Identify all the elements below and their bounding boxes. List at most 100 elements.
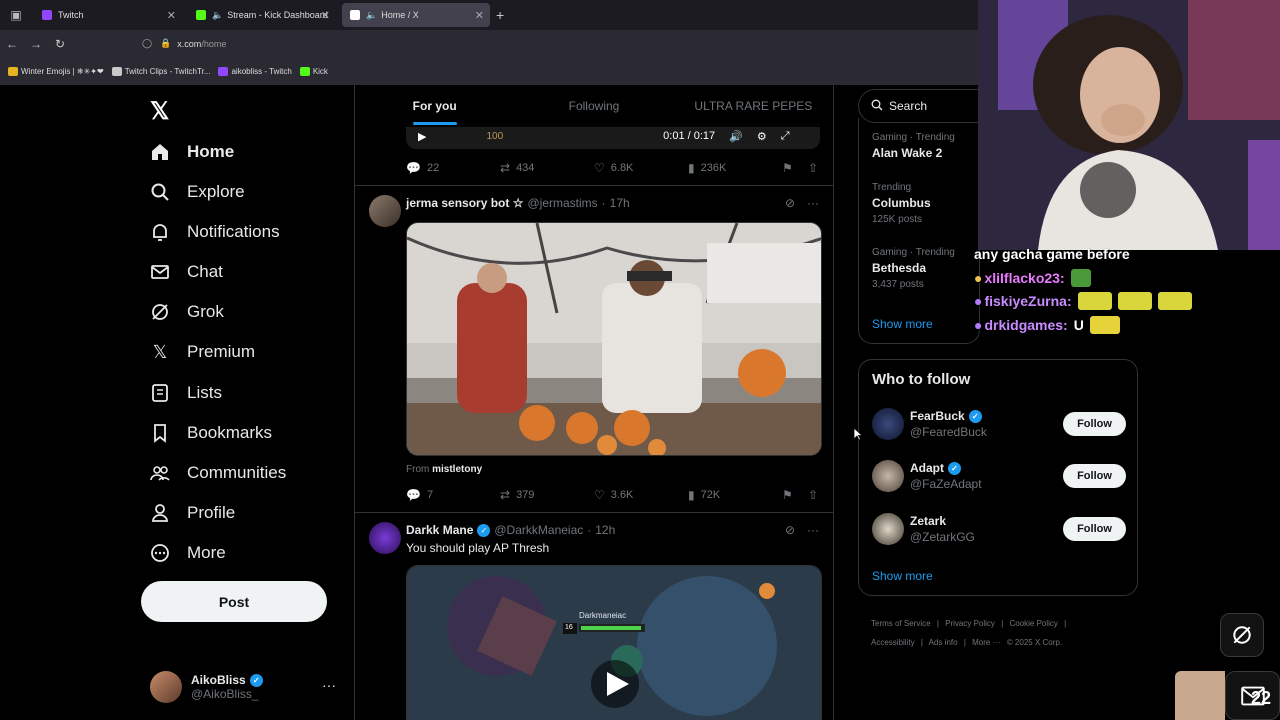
tweet-tools: ⊘ ··· [773, 196, 819, 210]
chat-message: ● fiskiyeZurna: [974, 292, 1192, 310]
tweet-author-handle[interactable]: @jermastims [527, 196, 597, 210]
nav-label: Home [187, 142, 235, 161]
views-button[interactable]: ▮ 72K [688, 488, 720, 502]
reply-button[interactable]: 💬 22 [406, 161, 439, 175]
footer-link-privacy[interactable]: Privacy Policy [945, 619, 995, 628]
tab-ultra-rare-pepes[interactable]: ULTRA RARE PEPES [674, 85, 833, 127]
post-button[interactable]: Post [141, 581, 327, 622]
settings-gear-icon[interactable]: ⚙ [757, 130, 767, 143]
trends-show-more-link[interactable]: Show more [872, 317, 933, 331]
fullscreen-icon[interactable]: ⤢ [781, 130, 790, 143]
footer-link-accessibility[interactable]: Accessibility [871, 638, 915, 647]
nav-premium[interactable]: 𝕏 Premium [150, 337, 255, 367]
bookmark-button[interactable]: ⚑ [782, 161, 799, 175]
close-tab-icon[interactable]: ✕ [321, 9, 330, 22]
footer-link-terms[interactable]: Terms of Service [871, 619, 931, 628]
nav-profile[interactable]: Profile [150, 498, 235, 528]
tweet-author-name[interactable]: jerma sensory bot ☆ [406, 196, 523, 210]
like-button[interactable]: ♡ 3.6K [594, 488, 633, 502]
grok-icon[interactable]: ⊘ [785, 523, 795, 537]
bookmark-button[interactable]: ⚑ [782, 488, 799, 502]
nav-communities[interactable]: Communities [150, 458, 286, 488]
bookmark-item[interactable]: aikobliss - Twitch [218, 66, 292, 76]
more-dots-icon[interactable]: ··· [807, 196, 819, 210]
views-button[interactable]: ▮ 236K [688, 161, 726, 175]
chat-avatar-thumbnail[interactable] [1175, 671, 1225, 720]
nav-label: Grok [187, 302, 224, 321]
tweet-video[interactable]: Darkmaneiac 16 [406, 565, 822, 720]
follow-suggestion[interactable]: Zetark @ZetarkGG Follow [872, 511, 1126, 547]
search-icon [150, 182, 170, 202]
avatar[interactable] [369, 522, 401, 554]
tab-overview-icon[interactable]: ▣ [4, 3, 28, 27]
bookmark-item[interactable]: Winter Emojis | ❄✳✦❤ [8, 66, 104, 76]
bookmark-item[interactable]: Kick [299, 66, 328, 76]
x-logo-icon[interactable]: 𝕏 [150, 97, 169, 126]
nav-chat[interactable]: Chat [150, 257, 223, 287]
grok-icon[interactable]: ⊘ [785, 196, 795, 210]
browser-tab-twitch[interactable]: Twitch ✕ [34, 3, 182, 27]
trend-item[interactable]: Gaming · Trending Alan Wake 2 [872, 132, 955, 160]
message-count-badge: 22 [1250, 688, 1271, 708]
like-button[interactable]: ♡ 6.8K [594, 161, 633, 175]
suggestion-name: Zetark [910, 514, 947, 528]
tweet-author-name[interactable]: Darkk Mane [406, 523, 473, 537]
trend-item[interactable]: Gaming · Trending Bethesda 3,437 posts [872, 247, 955, 290]
lock-icon[interactable]: 🔒 [160, 38, 171, 49]
bookmark-item[interactable]: Twitch Clips - TwitchTr... [111, 66, 210, 76]
share-button[interactable]: ⇧ [808, 488, 824, 502]
close-tab-icon[interactable]: ✕ [475, 9, 484, 22]
nav-more[interactable]: More [150, 538, 226, 568]
mouse-cursor-icon [853, 427, 863, 441]
new-tab-plus-icon[interactable]: + [496, 7, 504, 23]
footer-link-cookie[interactable]: Cookie Policy [1009, 619, 1057, 628]
trend-item[interactable]: Trending Columbus 125K posts [872, 182, 931, 225]
follow-button[interactable]: Follow [1063, 412, 1126, 436]
nav-bookmarks[interactable]: Bookmarks [150, 418, 272, 448]
speaker-icon[interactable]: 🔈 [212, 10, 223, 21]
repost-button[interactable]: ⇄ 434 [500, 161, 534, 175]
messages-float-button[interactable]: 22 [1225, 671, 1280, 720]
more-dots-icon[interactable]: ··· [322, 677, 336, 693]
tweet-author-handle[interactable]: @DarkkManeiac [494, 523, 583, 537]
follow-button[interactable]: Follow [1063, 464, 1126, 488]
speaker-icon[interactable]: 🔈 [366, 10, 377, 21]
follow-suggestion[interactable]: FearBuck ✓ @FearedBuck Follow [872, 406, 1126, 442]
reload-icon[interactable]: ↻ [48, 37, 72, 51]
close-tab-icon[interactable]: ✕ [167, 9, 176, 22]
account-switcher[interactable]: AikoBliss ✓ @AikoBliss_ ··· [150, 667, 346, 707]
nav-lists[interactable]: Lists [150, 378, 222, 408]
who-to-follow-show-more-link[interactable]: Show more [872, 569, 933, 583]
tweet-time[interactable]: 17h [610, 196, 630, 210]
browser-tab-x[interactable]: 🔈 Home / X ✕ [342, 3, 490, 27]
forward-arrow-icon[interactable]: → [24, 37, 48, 51]
from-user-link[interactable]: mistletony [432, 464, 482, 475]
nav-home[interactable]: Home [150, 137, 234, 167]
footer-link-ads-info[interactable]: Ads info [929, 638, 958, 647]
nav-notifications[interactable]: Notifications [150, 217, 280, 247]
url-bar[interactable]: ◯ 🔒 x.com/home [142, 38, 226, 49]
repost-button[interactable]: ⇄ 379 [500, 488, 534, 502]
nav-explore[interactable]: Explore [150, 177, 245, 207]
shield-icon[interactable]: ◯ [142, 38, 152, 49]
follow-suggestion[interactable]: Adapt ✓ @FaZeAdapt Follow [872, 458, 1126, 494]
nav-grok[interactable]: Grok [150, 297, 224, 327]
volume-icon[interactable]: 🔊 [729, 130, 743, 143]
tab-for-you[interactable]: For you [355, 85, 514, 127]
repost-icon: ⇄ [500, 488, 511, 502]
tweet-video[interactable] [406, 222, 822, 456]
tweet-time[interactable]: 12h [595, 523, 615, 537]
grok-float-button[interactable] [1220, 613, 1264, 657]
divider [355, 185, 833, 186]
share-button[interactable]: ⇧ [808, 161, 824, 175]
browser-tab-kick[interactable]: 🔈 Stream - Kick Dashboard ✕ [188, 3, 336, 27]
back-arrow-icon[interactable]: ← [0, 37, 24, 51]
play-icon[interactable]: ▶ [418, 130, 426, 143]
avatar[interactable] [369, 195, 401, 227]
suggestion-handle: @FaZeAdapt [910, 477, 982, 491]
follow-button[interactable]: Follow [1063, 517, 1126, 541]
reply-button[interactable]: 💬 7 [406, 488, 433, 502]
footer-link-more[interactable]: More ··· [972, 638, 1000, 647]
more-dots-icon[interactable]: ··· [807, 523, 819, 537]
tab-following[interactable]: Following [514, 85, 673, 127]
